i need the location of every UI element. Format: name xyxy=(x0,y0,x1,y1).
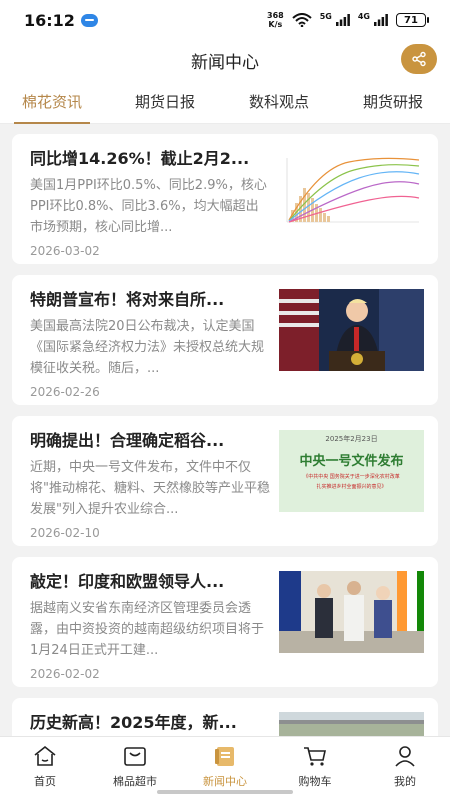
category-tabs: 棉花资讯 期货日报 数科观点 期货研报 xyxy=(0,80,450,124)
home-indicator xyxy=(157,790,293,794)
article-title: 敲定！印度和欧盟领导人... xyxy=(30,572,225,591)
thumb-date: 2025年2月23日 xyxy=(325,435,378,443)
nav-label: 新闻中心 xyxy=(203,775,247,788)
header: 新闻中心 xyxy=(0,40,450,80)
network-speed: 368 K/s xyxy=(267,11,284,29)
nav-label: 我的 xyxy=(394,775,416,788)
article-date: 2026-02-02 xyxy=(30,667,100,681)
field-photo xyxy=(279,712,424,736)
tab-futures-daily[interactable]: 期货日报 xyxy=(135,80,195,124)
signal-label-1: 5G xyxy=(319,11,332,21)
status-indicators: 368 K/s 5G 4G 71 xyxy=(267,11,429,29)
home-icon xyxy=(32,743,58,769)
news-icon xyxy=(212,743,238,769)
article-card[interactable]: 敲定！印度和欧盟领导人... 据越南义安省东南经济区管理委员会透露，由中资投资的… xyxy=(12,557,438,687)
nav-profile[interactable]: 我的 xyxy=(360,737,450,800)
battery-icon: 71 xyxy=(396,13,429,27)
tab-data-views[interactable]: 数科观点 xyxy=(249,80,309,124)
tab-futures-research[interactable]: 期货研报 xyxy=(363,80,423,124)
nav-label: 首页 xyxy=(34,775,56,788)
article-summary: 美国1月PPI环比0.5%、同比2.9%，核心PPI环比0.8%、同比3.6%，… xyxy=(30,178,267,235)
article-summary: 近期，中央一号文件发布，文件中不仅将"推动棉花、糖料、天然橡胶等产业平稳发展"列… xyxy=(30,460,270,517)
article-title: 特朗普宣布！将对来自所... xyxy=(30,290,225,309)
article-title: 同比增14.26%！截止2月2... xyxy=(30,149,250,168)
leaders-photo xyxy=(279,571,424,653)
article-card[interactable]: 同比增14.26%！截止2月2... 美国1月PPI环比0.5%、同比2.9%，… xyxy=(12,134,438,264)
article-list: 同比增14.26%！截止2月2... 美国1月PPI环比0.5%、同比2.9%，… xyxy=(0,124,450,736)
page-title: 新闻中心 xyxy=(191,52,259,73)
thumb-line1: 《中共中央 国务院关于进一步深化农村改革 xyxy=(303,474,400,480)
press-conference-photo xyxy=(279,289,424,371)
article-summary: 据越南义安省东南经济区管理委员会透露，由中资投资的越南超级纺织项目将于1月24日… xyxy=(30,601,265,658)
nav-label: 购物车 xyxy=(298,775,332,788)
signal-label-2: 4G xyxy=(357,11,370,21)
nav-label: 棉品超市 xyxy=(113,775,157,788)
profile-icon xyxy=(392,743,418,769)
wifi-icon xyxy=(292,13,312,27)
thumb-line2: 扎实推进乡村全面振兴的意见》 xyxy=(316,484,387,490)
chart-thumbnail xyxy=(279,148,424,230)
policy-document-thumbnail: 2025年2月23日 中央一号文件发布 《中共中央 国务院关于进一步深化农村改革… xyxy=(279,430,424,512)
article-date: 2026-03-02 xyxy=(30,244,100,258)
message-icon xyxy=(80,13,98,27)
article-summary: 美国最高法院20日公布裁决，认定美国《国际紧急经济权力法》未授权总统大规模征收关… xyxy=(30,319,265,376)
nav-home[interactable]: 首页 xyxy=(0,737,90,800)
article-card[interactable]: 特朗普宣布！将对来自所... 美国最高法院20日公布裁决，认定美国《国际紧急经济… xyxy=(12,275,438,405)
signal-icon xyxy=(335,14,350,26)
tab-cotton-news[interactable]: 棉花资讯 xyxy=(13,80,91,124)
share-button[interactable] xyxy=(401,44,437,74)
article-title: 历史新高！2025年度，新... xyxy=(30,713,237,732)
thumb-headline: 中央一号文件发布 xyxy=(299,454,404,469)
market-icon xyxy=(122,743,148,769)
cart-icon xyxy=(302,743,328,769)
article-date: 2026-02-10 xyxy=(30,526,100,540)
share-icon xyxy=(412,51,426,67)
status-time: 16:12 xyxy=(24,10,75,30)
article-date: 2026-02-26 xyxy=(30,385,100,399)
article-card[interactable]: 明确提出！合理确定稻谷... 近期，中央一号文件发布，文件中不仅将"推动棉花、糖… xyxy=(12,416,438,546)
status-bar: 16:12 368 K/s 5G 4G 71 xyxy=(0,0,450,40)
signal-icon-2 xyxy=(374,14,388,26)
article-card[interactable]: 历史新高！2025年度，新... xyxy=(12,698,438,736)
article-title: 明确提出！合理确定稻谷... xyxy=(30,431,225,450)
bottom-nav: 首页 棉品超市 新闻中心 购物车 我的 xyxy=(0,736,450,800)
